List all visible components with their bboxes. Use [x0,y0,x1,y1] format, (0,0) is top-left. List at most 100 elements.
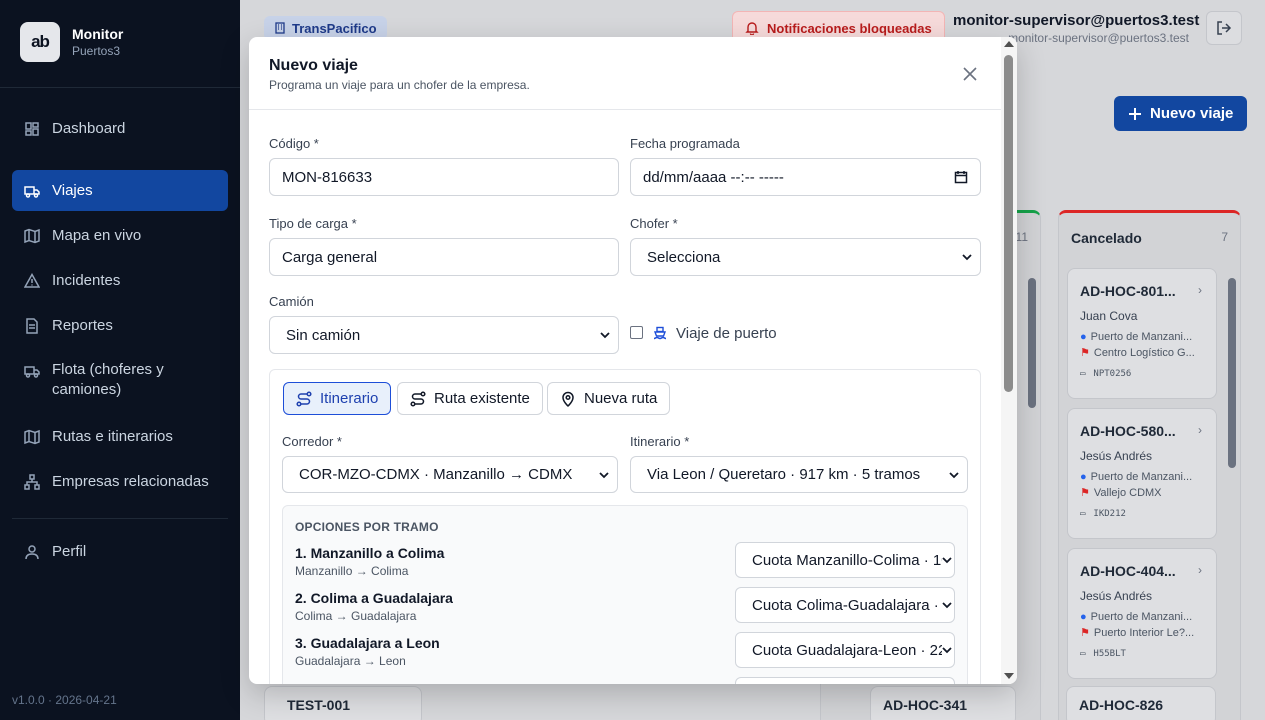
fecha-input[interactable]: dd/mm/aaaa --:-- ----- [630,158,981,196]
trip-origin: Puerto de Manzani... [1090,471,1193,483]
map-icon [24,429,40,445]
itinerario-select[interactable]: Via Leon / Queretaro · 917 km · 5 tramos [630,456,968,493]
camion-select[interactable]: Sin camión [269,316,619,354]
trip-code: AD-HOC-801... [1080,283,1176,299]
chofer-value: Selecciona [647,248,721,266]
segment-option-select[interactable] [735,677,955,684]
sidebar-item-label: Perfil [52,543,87,560]
logout-icon [1217,21,1232,35]
pin-icon: ● [1080,611,1087,623]
trip-driver: Jesús Andrés [1080,449,1153,463]
sidebar-item-perfil[interactable]: Perfil [12,531,228,572]
truck-icon [24,186,40,198]
sidebar-item-flota[interactable]: Flota (choferes y camiones) [12,350,202,412]
modal-header: Nuevo viaje Programa un viaje para un ch… [249,37,1017,110]
codigo-value: MON-816633 [282,168,373,186]
segment-path: Manzanillo → Colima [295,564,409,578]
sidebar-item-incidentes[interactable]: Incidentes [12,260,228,301]
dashboard-icon [25,122,39,136]
segment-option-value: Cuota Colima-Guadalajara · 1 [752,596,942,614]
itinerario-value: Via Leon / Queretaro · 917 km · 5 tramos [647,466,921,483]
new-trip-label: Nuevo viaje [1150,105,1234,122]
calendar-icon[interactable] [954,170,968,184]
puerto-checkbox[interactable] [630,326,643,339]
carga-input[interactable]: Carga general [269,238,619,276]
document-icon [26,318,38,334]
camion-value: Sin camión [286,326,361,344]
trip-card[interactable]: AD-HOC-404... › Jesús Andrés ● Puerto de … [1067,548,1217,679]
trip-code: AD-HOC-404... [1080,563,1176,579]
camion-label: Camión [269,294,314,309]
chofer-select[interactable]: Selecciona [630,238,981,276]
pin-icon [562,391,574,407]
trip-card[interactable]: AD-HOC-826 [1066,686,1216,720]
modal-title: Nuevo viaje [269,57,358,74]
sidebar-item-label: Viajes [52,182,93,199]
segment-option-select[interactable]: Cuota Manzanillo-Colima · 10 [735,542,955,578]
trip-origin: Puerto de Manzani... [1090,611,1193,623]
modal-scrollbar-thumb[interactable] [1004,55,1013,392]
sidebar-item-empresas[interactable]: Empresas relacionadas [12,461,228,502]
segment-name: 1. Manzanillo a Colima [295,545,445,561]
truck-icon [24,366,40,378]
tab-label: Nueva ruta [584,390,658,407]
column-scrollbar[interactable] [1028,278,1036,408]
modal-body: Código * MON-816633 Fecha programada dd/… [249,110,1001,684]
tab-itinerario[interactable]: Itinerario [283,382,392,415]
trip-plate: H55BLT [1093,649,1126,659]
sidebar-item-mapa[interactable]: Mapa en vivo [12,215,228,256]
flag-icon: ⚑ [1080,487,1090,499]
tab-label: Itinerario [320,390,379,407]
new-trip-button[interactable]: Nuevo viaje [1114,96,1248,131]
sidebar-divider [12,518,228,519]
segment-option-select[interactable]: Cuota Guadalajara-Leon · 22 [735,632,955,668]
app-logo: ab [20,21,60,62]
notifications-label: Notificaciones bloqueadas [767,20,932,36]
tab-label: Ruta existente [434,390,530,407]
chevron-right-icon: › [1198,563,1202,577]
codigo-label: Código * [269,136,319,151]
user-icon [25,545,39,560]
logout-button[interactable] [1206,11,1242,45]
segment-path: Colima → Guadalajara [295,609,417,623]
sidebar-item-reportes[interactable]: Reportes [12,305,228,346]
scroll-up-icon[interactable] [1004,41,1014,47]
trip-card[interactable]: AD-HOC-801... › Juan Cova ● Puerto de Man… [1067,268,1217,399]
trip-destination: Centro Logístico G... [1093,346,1195,359]
trip-card[interactable]: TEST-001 [264,686,422,720]
close-icon[interactable] [961,65,979,83]
chevron-down-icon [942,647,952,654]
sidebar-item-label: Mapa en vivo [52,227,142,244]
carga-value: Carga general [282,248,378,266]
tab-ruta-existente[interactable]: Ruta existente [397,382,543,415]
trip-origin: Puerto de Manzani... [1090,331,1193,343]
modal-scrollbar[interactable] [1001,37,1017,684]
warning-icon [24,273,40,288]
corredor-label: Corredor * [282,434,342,449]
scroll-down-icon[interactable] [1004,673,1014,679]
route-icon [410,390,426,407]
segment-option-select[interactable]: Cuota Colima-Guadalajara · 1 [735,587,955,623]
app-name: Monitor [72,25,124,42]
chevron-right-icon: › [1198,423,1202,437]
trip-code: AD-HOC-826 [1079,697,1164,713]
chevron-down-icon [942,602,952,609]
sidebar-item-label: Flota (choferes y camiones) [52,361,164,398]
codigo-input[interactable]: MON-816633 [269,158,619,196]
network-icon [24,474,40,490]
segment-name: 3. Guadalajara a Leon [295,635,440,651]
chevron-down-icon [600,332,610,339]
sidebar-item-dashboard[interactable]: Dashboard [12,108,228,149]
itinerario-label: Itinerario * [630,434,690,449]
sidebar-item-label: Dashboard [52,120,126,137]
sidebar-item-label: Reportes [52,317,113,334]
column-scrollbar[interactable] [1228,278,1236,468]
user-email: monitor-supervisor@puertos3.test [1008,31,1189,45]
corredor-select[interactable]: COR-MZO-CDMX · Manzanillo → CDMX [282,456,618,493]
sidebar-item-viajes[interactable]: Viajes [12,170,228,211]
trip-card[interactable]: AD-HOC-341 [870,686,1016,720]
tab-nueva-ruta[interactable]: Nueva ruta [547,382,671,415]
sidebar-item-rutas[interactable]: Rutas e itinerarios [12,416,228,457]
trip-destination: Puerto Interior Le?... [1093,626,1195,639]
trip-card[interactable]: AD-HOC-580... › Jesús Andrés ● Puerto de … [1067,408,1217,539]
